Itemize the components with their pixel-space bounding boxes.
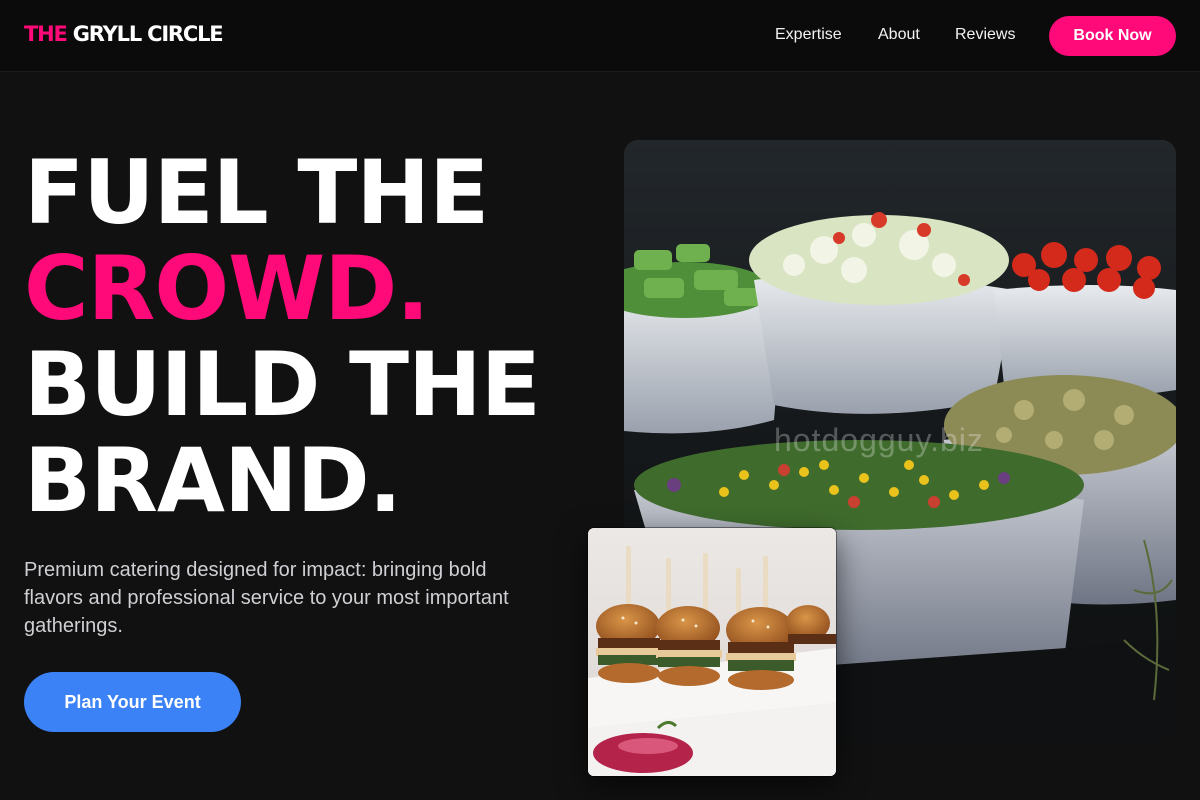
nav-link-expertise[interactable]: Expertise	[775, 26, 842, 44]
slider-burgers-illustration	[588, 528, 836, 776]
hero-description: Premium catering designed for impact: br…	[24, 559, 509, 637]
nav-link-reviews[interactable]: Reviews	[955, 26, 1015, 44]
nav-link-about[interactable]: About	[878, 26, 920, 44]
brand-logo[interactable]: THE GRYLL CIRCLE	[24, 22, 224, 46]
headline-line-4: BRAND.	[24, 429, 402, 532]
headline-line-1: FUEL THE	[24, 141, 489, 244]
headline-line-3: BUILD THE	[24, 333, 541, 436]
top-navbar: THE GRYLL CIRCLE Expertise About Reviews…	[0, 0, 1200, 72]
brand-logo-accent: THE	[24, 22, 68, 46]
slider-burgers-photo	[588, 528, 836, 776]
hero-headline: FUEL THE CROWD. BUILD THE BRAND.	[24, 145, 584, 529]
brand-logo-name: GRYLL CIRCLE	[66, 22, 224, 46]
image-watermark: hotdogguy.biz	[774, 422, 984, 458]
headline-line-2: CROWD.	[24, 237, 430, 340]
book-now-button[interactable]: Book Now	[1049, 16, 1176, 56]
plan-your-event-button[interactable]: Plan Your Event	[24, 672, 241, 732]
